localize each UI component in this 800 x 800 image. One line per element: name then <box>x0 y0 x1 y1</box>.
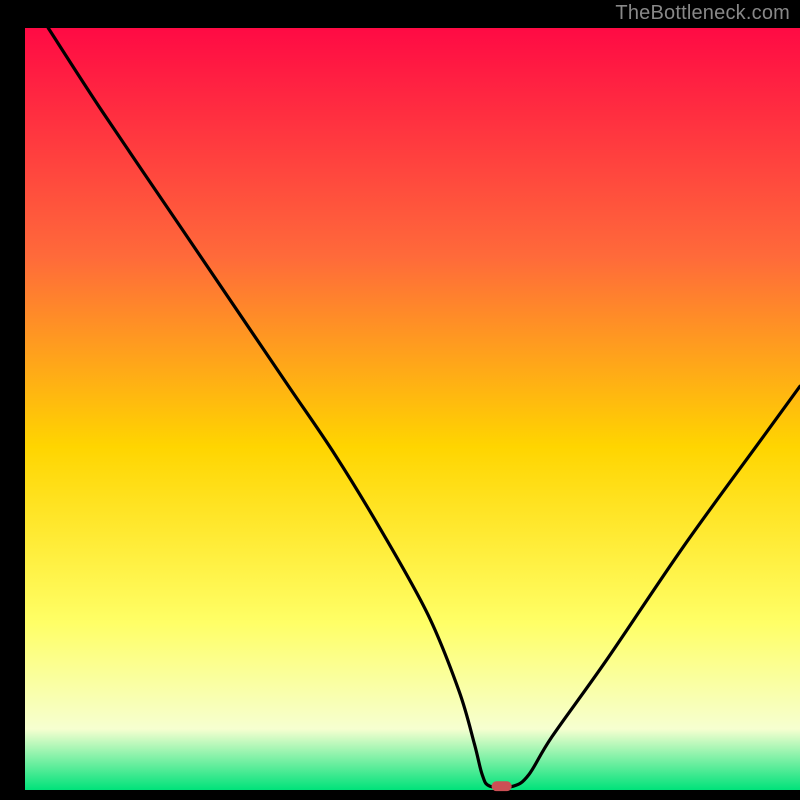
attribution-label: TheBottleneck.com <box>615 2 790 25</box>
chart-svg <box>0 0 800 800</box>
chart-frame: TheBottleneck.com <box>0 0 800 800</box>
plot-background <box>25 28 800 790</box>
optimal-point-marker <box>492 781 512 791</box>
